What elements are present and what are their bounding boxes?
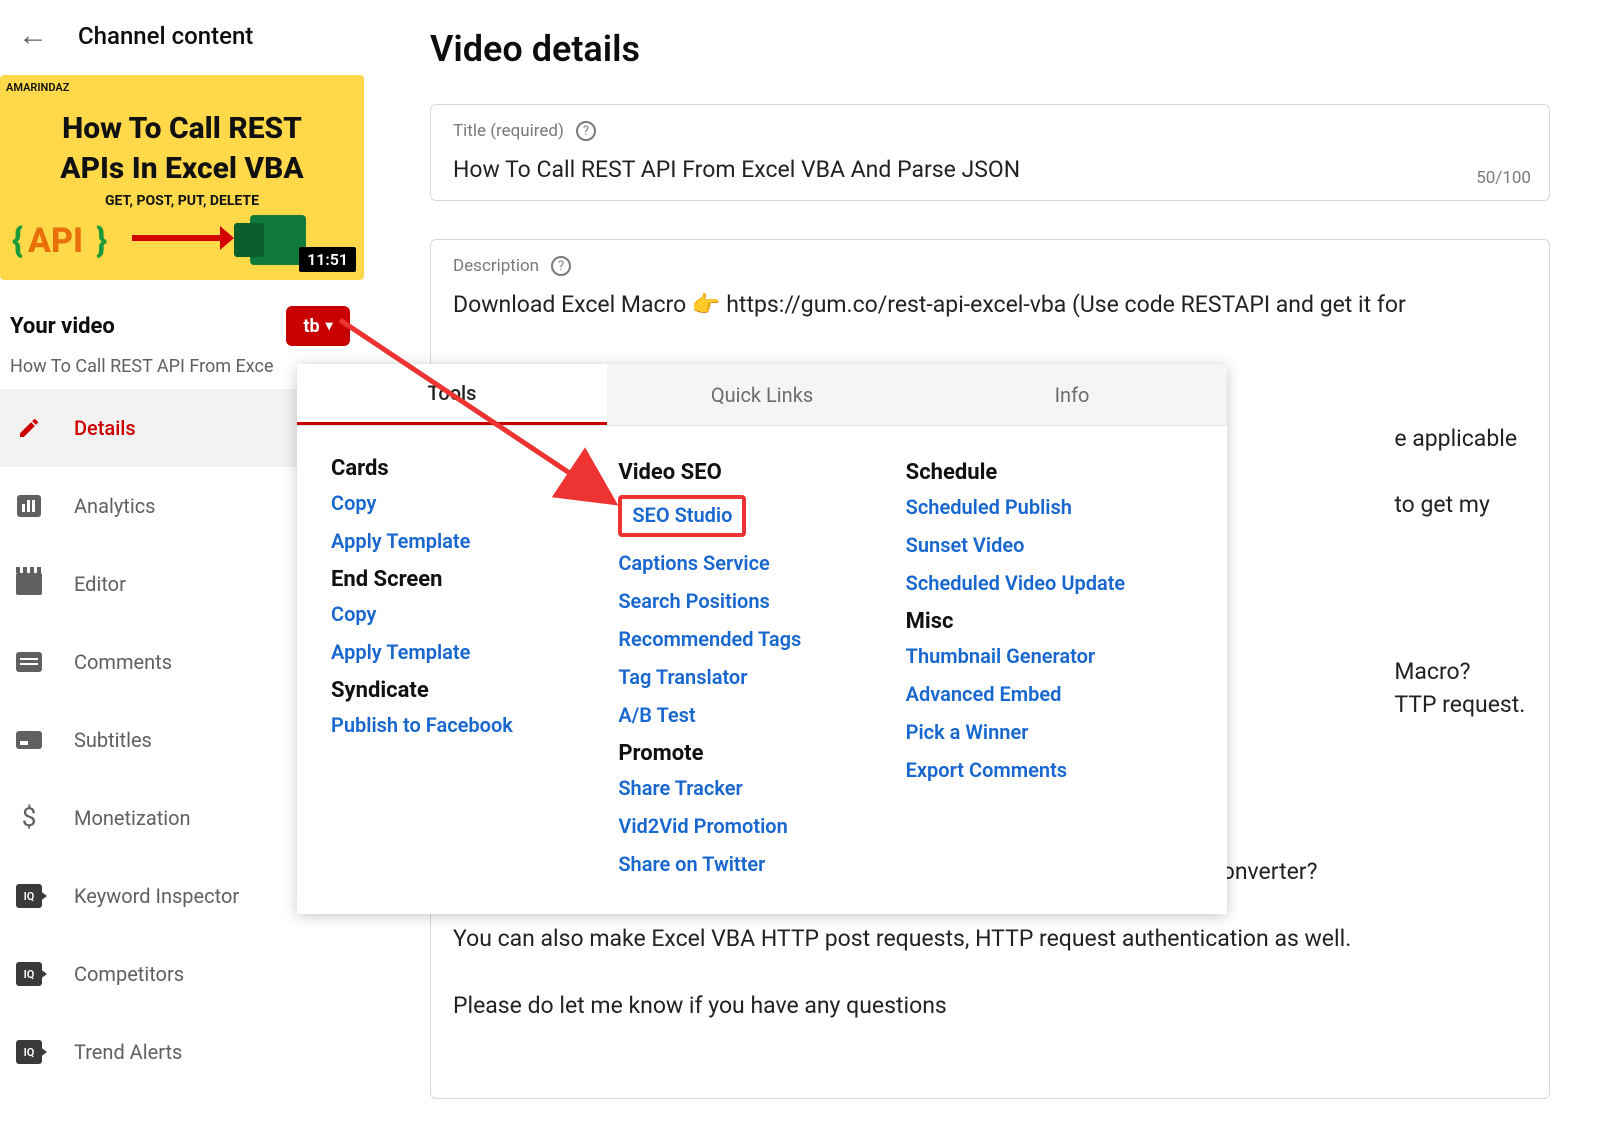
comment-icon — [16, 649, 42, 675]
thumb-line3: GET, POST, PUT, DELETE — [0, 193, 364, 209]
group-schedule: Schedule — [906, 460, 1181, 485]
vidiq-icon: IQ — [16, 961, 42, 987]
link-cards-apply-template[interactable]: Apply Template — [331, 529, 606, 553]
link-captions-service[interactable]: Captions Service — [618, 551, 893, 575]
thumb-line1: How To Call REST — [0, 111, 364, 146]
your-video-label: Your video — [10, 314, 115, 339]
link-recommended-tags[interactable]: Recommended Tags — [618, 627, 893, 651]
subtitles-icon — [16, 727, 42, 753]
sidebar-item-label: Competitors — [74, 962, 184, 986]
link-cards-copy[interactable]: Copy — [331, 491, 606, 515]
tubebuddy-dropdown-button[interactable]: tb ▾ — [286, 306, 350, 346]
help-icon[interactable]: ? — [576, 121, 596, 141]
link-tag-translator[interactable]: Tag Translator — [618, 665, 893, 689]
link-search-positions[interactable]: Search Positions — [618, 589, 893, 613]
link-sunset-video[interactable]: Sunset Video — [906, 533, 1181, 557]
title-field-value[interactable]: How To Call REST API From Excel VBA And … — [453, 141, 1527, 186]
thumb-brand: AMARINDAZ — [6, 81, 69, 94]
title-field-counter: 50/100 — [1476, 168, 1531, 188]
link-endscreen-apply-template[interactable]: Apply Template — [331, 640, 606, 664]
group-promote: Promote — [618, 741, 893, 766]
sidebar-item-label: Details — [74, 416, 136, 440]
group-cards: Cards — [331, 456, 606, 481]
tab-tools[interactable]: Tools — [297, 364, 607, 425]
popup-body: Cards Copy Apply Template End Screen Cop… — [297, 426, 1227, 912]
link-endscreen-copy[interactable]: Copy — [331, 602, 606, 626]
analytics-icon — [16, 493, 42, 519]
thumb-arrow-icon — [132, 235, 222, 241]
link-thumbnail-generator[interactable]: Thumbnail Generator — [906, 644, 1181, 668]
popup-col-2: Video SEO SEO Studio Captions Service Se… — [618, 448, 905, 890]
link-export-comments[interactable]: Export Comments — [906, 758, 1181, 782]
dollar-icon: $ — [16, 805, 42, 831]
sidebar-item-label: Editor — [74, 572, 126, 596]
link-pick-a-winner[interactable]: Pick a Winner — [906, 720, 1181, 744]
thumb-line2: APIs In Excel VBA — [0, 151, 364, 186]
popup-col-3: Schedule Scheduled Publish Sunset Video … — [906, 448, 1193, 890]
group-end-screen: End Screen — [331, 567, 606, 592]
thumb-duration: 11:51 — [299, 247, 356, 272]
sidebar-item-label: Analytics — [74, 494, 156, 518]
group-video-seo: Video SEO — [618, 460, 893, 485]
title-field-label-row: Title (required) ? — [453, 121, 1527, 141]
sidebar-item-label: Monetization — [74, 806, 191, 830]
description-field-label: Description — [453, 256, 539, 276]
sidebar-item-label: Subtitles — [74, 728, 152, 752]
sidebar-header: ← Channel content — [0, 0, 360, 75]
pencil-icon — [16, 415, 42, 441]
vidiq-icon: IQ — [16, 1039, 42, 1065]
title-field-label: Title (required) — [453, 121, 564, 141]
thumb-brace-right: } — [96, 221, 107, 261]
link-ab-test[interactable]: A/B Test — [618, 703, 893, 727]
link-seo-studio[interactable]: SEO Studio — [618, 495, 893, 537]
group-misc: Misc — [906, 609, 1181, 634]
tab-info[interactable]: Info — [917, 364, 1227, 425]
sidebar-item-label: Comments — [74, 650, 172, 674]
thumb-api: API — [28, 221, 83, 261]
sidebar-header-title: Channel content — [78, 22, 253, 50]
thumb-excel-icon — [250, 215, 306, 265]
sidebar-subheader: Your video tb ▾ — [0, 280, 360, 352]
page-title: Video details — [430, 0, 1600, 104]
tubebuddy-tools-popup: Tools Quick Links Info Cards Copy Apply … — [297, 364, 1227, 914]
popup-tabs: Tools Quick Links Info — [297, 364, 1227, 426]
sidebar-item-trend-alerts[interactable]: IQ Trend Alerts — [0, 1013, 360, 1091]
tubebuddy-logo: tb — [303, 316, 319, 337]
link-share-on-twitter[interactable]: Share on Twitter — [618, 852, 893, 876]
video-thumbnail[interactable]: AMARINDAZ How To Call REST APIs In Excel… — [0, 75, 364, 280]
vidiq-icon: IQ — [16, 883, 42, 909]
chevron-down-icon: ▾ — [326, 318, 333, 334]
sidebar-item-competitors[interactable]: IQ Competitors — [0, 935, 360, 1013]
group-syndicate: Syndicate — [331, 678, 606, 703]
sidebar-item-label: Trend Alerts — [74, 1040, 182, 1064]
link-advanced-embed[interactable]: Advanced Embed — [906, 682, 1181, 706]
link-scheduled-publish[interactable]: Scheduled Publish — [906, 495, 1181, 519]
back-arrow-icon[interactable]: ← — [18, 18, 48, 53]
film-icon — [16, 571, 42, 597]
link-vid2vid-promotion[interactable]: Vid2Vid Promotion — [618, 814, 893, 838]
link-scheduled-video-update[interactable]: Scheduled Video Update — [906, 571, 1181, 595]
thumb-brace-left: { — [12, 221, 23, 261]
seo-studio-highlight: SEO Studio — [618, 495, 746, 537]
description-field-label-row: Description ? — [453, 256, 1527, 276]
popup-col-1: Cards Copy Apply Template End Screen Cop… — [331, 448, 618, 890]
title-field[interactable]: Title (required) ? How To Call REST API … — [430, 104, 1550, 201]
link-share-tracker[interactable]: Share Tracker — [618, 776, 893, 800]
tab-quick-links[interactable]: Quick Links — [607, 364, 917, 425]
sidebar-item-label: Keyword Inspector — [74, 884, 239, 908]
help-icon[interactable]: ? — [551, 256, 571, 276]
link-publish-to-facebook[interactable]: Publish to Facebook — [331, 713, 606, 737]
